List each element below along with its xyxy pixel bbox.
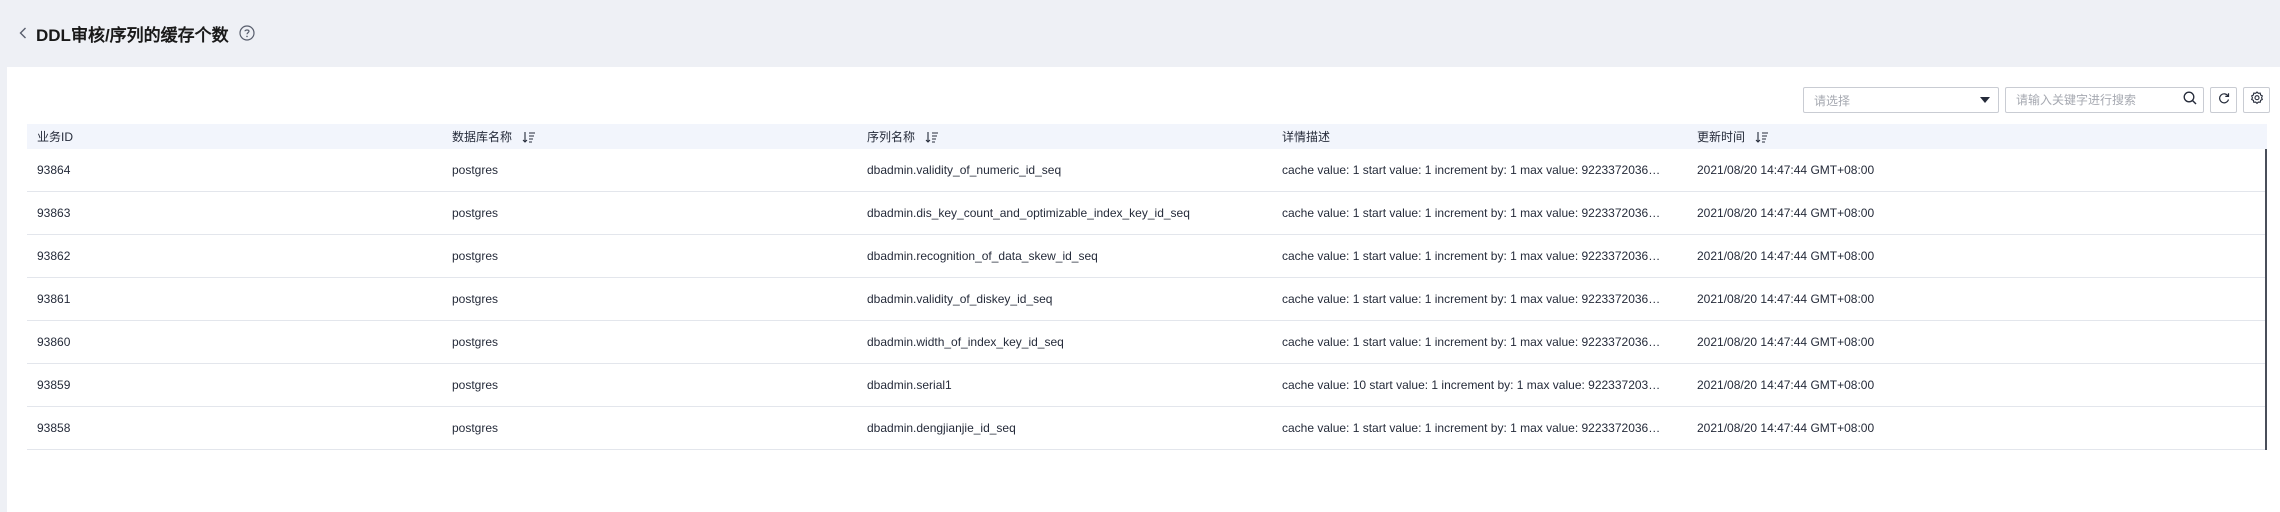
column-label: 业务ID [37,130,74,144]
table-row[interactable]: 93862 postgres dbadmin.recognition_of_da… [27,235,2267,278]
cell-sequence: dbadmin.dis_key_count_and_optimizable_in… [867,206,1190,220]
page-title: DDL审核/序列的缓存个数 [36,25,229,45]
cell-id: 93863 [37,206,71,220]
caret-down-icon [1980,97,1990,103]
cell-updated: 2021/08/20 14:47:44 GMT+08:00 [1697,163,1875,177]
column-label: 数据库名称 [452,130,513,144]
sort-icon[interactable] [522,131,536,143]
refresh-icon [2218,91,2230,109]
cell-id: 93860 [37,335,71,349]
cell-updated: 2021/08/20 14:47:44 GMT+08:00 [1697,335,1875,349]
refresh-button[interactable] [2210,87,2237,113]
table-header: 业务ID 数据库名称 序列名称 详情描述 更新时间 [27,124,2267,149]
cell-description: cache value: 1 start value: 1 increment … [1282,163,1665,177]
table-row[interactable]: 93864 postgres dbadmin.validity_of_numer… [27,149,2267,192]
search-icon[interactable] [2183,91,2197,110]
column-header-sequence[interactable]: 序列名称 [857,128,1272,145]
column-label: 更新时间 [1697,130,1746,144]
cell-database: postgres [452,292,499,306]
cell-updated: 2021/08/20 14:47:44 GMT+08:00 [1697,249,1875,263]
question-circle-icon[interactable] [239,25,255,41]
column-label: 序列名称 [867,130,916,144]
cell-database: postgres [452,335,499,349]
cell-sequence: dbadmin.validity_of_diskey_id_seq [867,292,1053,306]
column-header-database[interactable]: 数据库名称 [442,128,857,145]
cell-updated: 2021/08/20 14:47:44 GMT+08:00 [1697,421,1875,435]
cell-description: cache value: 1 start value: 1 increment … [1282,292,1665,306]
sort-icon[interactable] [1755,131,1769,143]
cell-database: postgres [452,206,499,220]
filter-select[interactable]: 请选择 [1803,87,1999,113]
table-row[interactable]: 93860 postgres dbadmin.width_of_index_ke… [27,321,2267,364]
page-header: DDL审核/序列的缓存个数 [0,0,2280,66]
cell-database: postgres [452,249,499,263]
cell-sequence: dbadmin.recognition_of_data_skew_id_seq [867,249,1098,263]
data-table: 业务ID 数据库名称 序列名称 详情描述 更新时间 93864 postgres… [27,124,2267,450]
chevron-left-icon[interactable] [16,26,30,40]
table-row[interactable]: 93863 postgres dbadmin.dis_key_count_and… [27,192,2267,235]
cell-id: 93859 [37,378,71,392]
gear-icon [2250,90,2264,110]
cell-sequence: dbadmin.width_of_index_key_id_seq [867,335,1064,349]
cell-sequence: dbadmin.dengjianjie_id_seq [867,421,1016,435]
sort-icon[interactable] [925,131,939,143]
cell-description: cache value: 1 start value: 1 increment … [1282,335,1665,349]
table-scrollbar[interactable] [2265,149,2267,450]
cell-id: 93862 [37,249,71,263]
cell-sequence: dbadmin.validity_of_numeric_id_seq [867,163,1062,177]
cell-id: 93864 [37,163,71,177]
column-label: 详情描述 [1282,130,1331,144]
content-panel: 请选择 业务ID [7,67,2280,512]
cell-updated: 2021/08/20 14:47:44 GMT+08:00 [1697,206,1875,220]
cell-database: postgres [452,163,499,177]
cell-sequence: dbadmin.serial1 [867,378,952,392]
cell-updated: 2021/08/20 14:47:44 GMT+08:00 [1697,292,1875,306]
table-toolbar: 请选择 [1803,87,2270,113]
cell-database: postgres [452,378,499,392]
cell-id: 93858 [37,421,71,435]
settings-button[interactable] [2243,87,2270,113]
search-input[interactable] [2016,93,2176,107]
cell-updated: 2021/08/20 14:47:44 GMT+08:00 [1697,378,1875,392]
column-header-id: 业务ID [27,128,442,145]
column-header-updated[interactable]: 更新时间 [1687,128,2267,145]
cell-database: postgres [452,421,499,435]
table-row[interactable]: 93859 postgres dbadmin.serial1 cache val… [27,364,2267,407]
cell-description: cache value: 1 start value: 1 increment … [1282,421,1665,435]
cell-description: cache value: 10 start value: 1 increment… [1282,378,1665,392]
cell-description: cache value: 1 start value: 1 increment … [1282,249,1665,263]
cell-id: 93861 [37,292,71,306]
cell-description: cache value: 1 start value: 1 increment … [1282,206,1665,220]
search-box[interactable] [2005,87,2204,113]
table-row[interactable]: 93858 postgres dbadmin.dengjianjie_id_se… [27,407,2267,450]
column-header-description: 详情描述 [1272,128,1687,145]
filter-select-placeholder: 请选择 [1814,93,1851,108]
table-row[interactable]: 93861 postgres dbadmin.validity_of_diske… [27,278,2267,321]
